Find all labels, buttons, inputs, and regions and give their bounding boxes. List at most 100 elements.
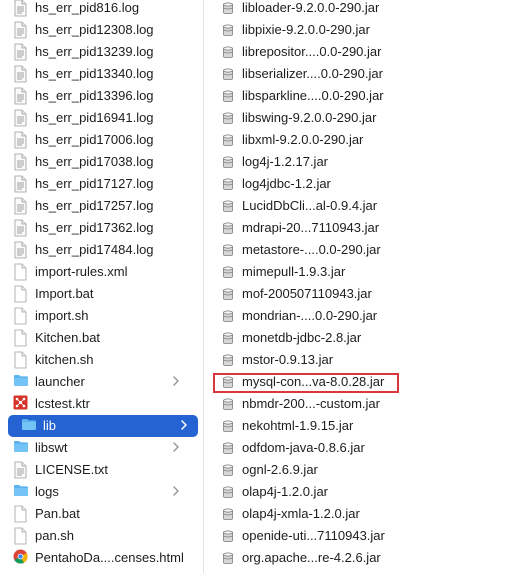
jar-file-icon — [221, 529, 235, 543]
jar-file-row[interactable]: mdrapi-20...7110943.jar — [204, 217, 517, 239]
document-icon — [13, 505, 28, 523]
file-row[interactable]: hs_err_pid17484.log — [0, 239, 190, 261]
jar-file-row[interactable]: ognl-2.6.9.jar — [204, 459, 517, 481]
file-row[interactable]: hs_err_pid17257.log — [0, 195, 190, 217]
jar-file-row[interactable]: LucidDbCli...al-0.9.4.jar — [204, 195, 517, 217]
file-row[interactable]: pan.sh — [0, 525, 190, 547]
file-row[interactable]: Import.bat — [0, 283, 190, 305]
jar-file-row[interactable]: libserializer....0.0-290.jar — [204, 63, 517, 85]
document-icon — [13, 307, 28, 325]
jar-file-row-highlighted[interactable]: mysql-con...va-8.0.28.jar — [204, 371, 517, 393]
file-row[interactable]: hs_err_pid17127.log — [0, 173, 190, 195]
file-name: libsparkline....0.0-290.jar — [242, 88, 384, 103]
jar-file-icon — [221, 287, 235, 301]
lib-directory-column[interactable]: libloader-9.2.0.0-290.jar libpixie-9.2.0.… — [204, 0, 517, 573]
document-icon — [13, 285, 28, 303]
jar-file-icon — [221, 419, 235, 433]
jar-file-row[interactable]: libxml-9.2.0.0-290.jar — [204, 129, 517, 151]
text-file-icon — [13, 153, 28, 171]
file-name: olap4j-1.2.0.jar — [242, 484, 328, 499]
file-row[interactable]: import.sh — [0, 305, 190, 327]
transformation-file-icon — [13, 395, 28, 413]
folder-row[interactable]: launcher — [0, 371, 190, 393]
jar-file-row[interactable]: libpixie-9.2.0.0-290.jar — [204, 19, 517, 41]
file-name: openide-uti...7110943.jar — [242, 528, 385, 543]
file-row[interactable]: hs_err_pid13396.log — [0, 85, 190, 107]
file-name: hs_err_pid17127.log — [35, 176, 154, 191]
jar-file-row[interactable]: olap4j-xmla-1.2.0.jar — [204, 503, 517, 525]
file-row[interactable]: Kitchen.bat — [0, 327, 190, 349]
jar-file-row[interactable]: odfdom-java-0.8.6.jar — [204, 437, 517, 459]
file-name: lib — [43, 418, 57, 433]
file-name: libloader-9.2.0.0-290.jar — [242, 0, 380, 15]
folder-row[interactable]: libswt — [0, 437, 190, 459]
file-row[interactable]: hs_err_pid17006.log — [0, 129, 190, 151]
jar-file-row[interactable]: libswing-9.2.0.0-290.jar — [204, 107, 517, 129]
file-name: hs_err_pid17362.log — [35, 220, 154, 235]
jar-file-row[interactable]: nekohtml-1.9.15.jar — [204, 415, 517, 437]
jar-file-row[interactable]: mstor-0.9.13.jar — [204, 349, 517, 371]
parent-file-list: hs_err_pid816.log hs_err_pid12308.log hs_e… — [0, 0, 203, 569]
text-file-icon — [13, 65, 28, 83]
folder-row[interactable]: lib — [8, 415, 198, 437]
file-name: mdrapi-20...7110943.jar — [242, 220, 380, 235]
file-row[interactable]: hs_err_pid16941.log — [0, 107, 190, 129]
jar-file-row[interactable]: openide-uti...7110943.jar — [204, 525, 517, 547]
file-name: hs_err_pid13396.log — [35, 88, 154, 103]
jar-file-icon — [221, 375, 235, 389]
folder-row[interactable]: logs — [0, 481, 190, 503]
file-name: launcher — [35, 374, 85, 389]
file-row[interactable]: hs_err_pid13239.log — [0, 41, 190, 63]
document-icon — [13, 527, 28, 545]
jar-file-row[interactable]: nbmdr-200...-custom.jar — [204, 393, 517, 415]
file-name: olap4j-xmla-1.2.0.jar — [242, 506, 360, 521]
jar-file-row[interactable]: org.apache...re-4.2.6.jar — [204, 547, 517, 569]
file-name: mof-200507110943.jar — [242, 286, 372, 301]
jar-file-icon — [221, 199, 235, 213]
jar-file-row[interactable]: metastore-....0.0-290.jar — [204, 239, 517, 261]
file-row[interactable]: hs_err_pid17362.log — [0, 217, 190, 239]
jar-file-row[interactable]: monetdb-jdbc-2.8.jar — [204, 327, 517, 349]
jar-file-row[interactable]: log4j-1.2.17.jar — [204, 151, 517, 173]
jar-file-row[interactable]: libloader-9.2.0.0-290.jar — [204, 0, 517, 19]
file-row[interactable]: hs_err_pid13340.log — [0, 63, 190, 85]
jar-file-icon — [221, 441, 235, 455]
file-name: import-rules.xml — [35, 264, 128, 279]
jar-file-icon — [221, 67, 235, 81]
file-row[interactable]: import-rules.xml — [0, 261, 190, 283]
file-name: hs_err_pid17257.log — [35, 198, 154, 213]
file-name: hs_err_pid17038.log — [35, 154, 154, 169]
parent-directory-column[interactable]: hs_err_pid816.log hs_err_pid12308.log hs_e… — [0, 0, 204, 573]
jar-file-row[interactable]: mondrian-....0.0-290.jar — [204, 305, 517, 327]
chevron-right-icon — [180, 419, 192, 433]
jar-file-icon — [221, 551, 235, 565]
jar-file-icon — [221, 243, 235, 257]
file-name: hs_err_pid12308.log — [35, 22, 154, 37]
file-row[interactable]: PentahoDa....censes.html — [0, 547, 190, 569]
jar-file-icon — [221, 397, 235, 411]
jar-file-row[interactable]: log4jdbc-1.2.jar — [204, 173, 517, 195]
jar-file-row[interactable]: olap4j-1.2.0.jar — [204, 481, 517, 503]
jar-file-icon — [221, 1, 235, 15]
text-file-icon — [13, 461, 28, 479]
file-row[interactable]: LICENSE.txt — [0, 459, 190, 481]
text-file-icon — [13, 219, 28, 237]
text-file-icon — [13, 241, 28, 259]
file-row[interactable]: hs_err_pid12308.log — [0, 19, 190, 41]
text-file-icon — [13, 197, 28, 215]
file-row[interactable]: hs_err_pid17038.log — [0, 151, 190, 173]
file-name: libxml-9.2.0.0-290.jar — [242, 132, 364, 147]
text-file-icon — [13, 109, 28, 127]
file-row[interactable]: kitchen.sh — [0, 349, 190, 371]
file-row[interactable]: hs_err_pid816.log — [0, 0, 190, 19]
jar-file-row[interactable]: libsparkline....0.0-290.jar — [204, 85, 517, 107]
file-name: odfdom-java-0.8.6.jar — [242, 440, 365, 455]
jar-file-row[interactable]: mof-200507110943.jar — [204, 283, 517, 305]
file-row[interactable]: lcstest.ktr — [0, 393, 190, 415]
jar-file-row[interactable]: mimepull-1.9.3.jar — [204, 261, 517, 283]
folder-icon — [13, 483, 28, 501]
jar-file-icon — [221, 155, 235, 169]
jar-file-icon — [221, 331, 235, 345]
file-row[interactable]: Pan.bat — [0, 503, 190, 525]
jar-file-row[interactable]: librepositor....0.0-290.jar — [204, 41, 517, 63]
